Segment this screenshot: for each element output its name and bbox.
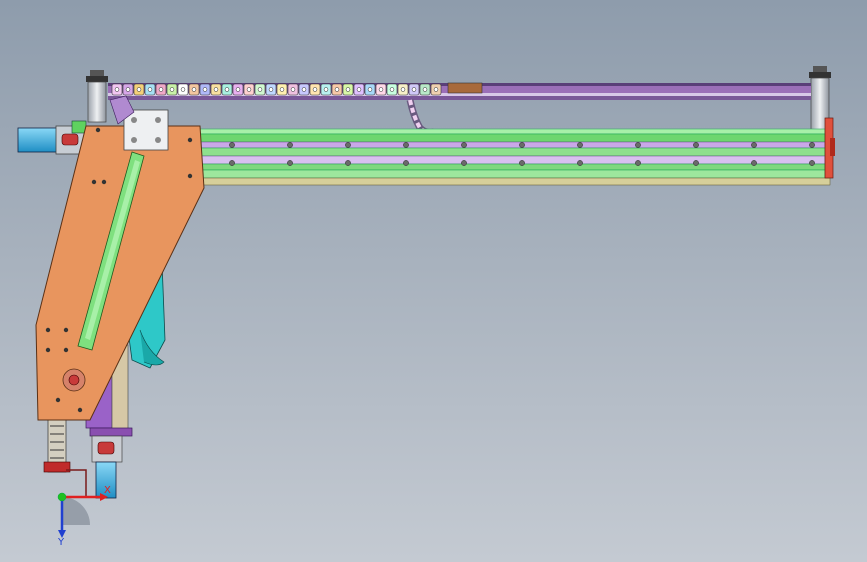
chain-link	[265, 83, 277, 96]
chain-link	[408, 83, 420, 96]
bolt-icon	[287, 160, 293, 166]
cad-viewport[interactable]: X Y	[0, 0, 867, 562]
hole-icon	[101, 179, 107, 185]
chain-link	[375, 83, 387, 96]
bolt-icon	[403, 160, 409, 166]
bolt-icon	[635, 160, 641, 166]
triad-x-label: X	[104, 485, 111, 496]
chain-link	[298, 83, 310, 96]
bolt-icon	[809, 142, 815, 148]
chain-link	[166, 83, 178, 96]
bolt-icon	[229, 142, 235, 148]
bolt-icon	[461, 160, 467, 166]
chain-link	[364, 83, 376, 96]
cad-model-view[interactable]: X Y	[0, 0, 867, 562]
chain-link	[199, 83, 211, 96]
chain-link	[342, 83, 354, 96]
chain-link	[419, 83, 431, 96]
left-top-post	[86, 70, 108, 123]
hole-icon	[95, 127, 101, 133]
chain-link	[122, 83, 134, 96]
bolt-icon	[577, 160, 583, 166]
bolt-icon	[635, 142, 641, 148]
bolt-icon	[229, 160, 235, 166]
x-axis-motor	[17, 120, 87, 155]
bolt-icon	[403, 142, 409, 148]
hole-icon	[77, 407, 83, 413]
chain-link	[331, 83, 343, 96]
hole-icon	[91, 179, 97, 185]
chain-link	[276, 83, 288, 96]
hole-icon	[63, 347, 69, 353]
chain-link	[144, 83, 156, 96]
right-end-cap	[824, 117, 835, 179]
hole-icon	[45, 327, 51, 333]
chain-link	[188, 83, 200, 96]
bolt-icon	[693, 160, 699, 166]
chain-link	[397, 83, 409, 96]
chain-link	[133, 83, 145, 96]
lower-drag-chain	[43, 419, 87, 496]
bolt-icon	[287, 142, 293, 148]
hole-icon	[55, 397, 61, 403]
triad-y-label: Y	[57, 537, 65, 548]
bolt-icon	[519, 142, 525, 148]
bolt-icon	[751, 160, 757, 166]
bolt-icon	[809, 160, 815, 166]
chain-link	[320, 83, 332, 96]
chain-link	[287, 83, 299, 96]
bolt-icon	[577, 142, 583, 148]
chain-link	[221, 83, 233, 96]
bolt-icon	[461, 142, 467, 148]
chain-link	[353, 83, 365, 96]
chain-link	[254, 83, 266, 96]
hole-icon	[187, 173, 193, 179]
chain-link	[210, 83, 222, 96]
chain-link	[232, 83, 244, 96]
chain-link	[309, 83, 321, 96]
hole-icon	[63, 327, 69, 333]
drag-chain-droop	[406, 99, 435, 136]
chain-link	[177, 83, 189, 96]
chain-link	[111, 83, 123, 96]
chain-link	[243, 83, 255, 96]
hole-icon	[187, 137, 193, 143]
chain-link	[155, 83, 167, 96]
main-horizontal-beam	[199, 128, 831, 186]
bolt-icon	[345, 160, 351, 166]
coordinate-triad: X Y	[57, 485, 111, 548]
bolt-icon	[519, 160, 525, 166]
bolt-icon	[693, 142, 699, 148]
bolt-icon	[345, 142, 351, 148]
chain-link	[430, 83, 442, 96]
bolt-icon	[751, 142, 757, 148]
hole-icon	[45, 347, 51, 353]
chain-link	[386, 83, 398, 96]
